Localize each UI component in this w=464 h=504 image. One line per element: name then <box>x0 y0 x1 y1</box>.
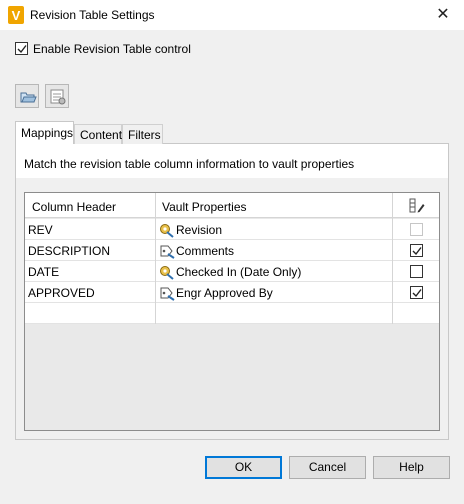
row-column-header: REV <box>28 223 53 237</box>
row-checkbox[interactable] <box>410 244 423 257</box>
row-vault-property: Engr Approved By <box>176 286 273 300</box>
row-checkbox[interactable] <box>410 286 423 299</box>
row-checkbox <box>410 223 423 236</box>
tab-content[interactable]: Content <box>74 124 122 144</box>
checkmark-icon <box>412 289 422 298</box>
row-vault-property: Checked In (Date Only) <box>176 265 302 279</box>
vault-logo-icon: V <box>8 6 24 24</box>
instruction-text: Match the revision table column informat… <box>24 157 355 171</box>
enable-revision-table-label[interactable]: Enable Revision Table control <box>33 42 191 56</box>
row-vault-property: Comments <box>176 244 235 258</box>
ok-button[interactable]: OK <box>205 456 282 479</box>
system-property-icon <box>159 222 175 238</box>
svg-text:V: V <box>12 8 21 23</box>
checkmark-icon <box>17 45 27 54</box>
table-row-empty[interactable] <box>25 303 439 324</box>
row-column-header: APPROVED <box>28 286 95 300</box>
open-button[interactable] <box>15 84 39 108</box>
enable-revision-table-checkbox[interactable] <box>15 42 28 55</box>
vault-properties-heading[interactable]: Vault Properties <box>162 200 247 214</box>
help-button[interactable]: Help <box>373 456 450 479</box>
tab-filters[interactable]: Filters <box>122 124 163 144</box>
user-property-icon <box>159 243 175 259</box>
checkmark-icon <box>412 247 422 256</box>
table-settings-icon <box>50 89 66 105</box>
column-divider <box>155 193 156 324</box>
system-property-icon <box>159 264 175 280</box>
window-title: Revision Table Settings <box>30 8 155 22</box>
row-vault-property: Revision <box>176 223 223 237</box>
table-row[interactable] <box>25 219 439 240</box>
column-edit-icon[interactable] <box>408 198 426 217</box>
cancel-button[interactable]: Cancel <box>289 456 366 479</box>
row-checkbox[interactable] <box>410 265 423 278</box>
column-divider <box>392 193 393 324</box>
tab-mappings[interactable]: Mappings <box>15 121 74 144</box>
open-folder-icon <box>20 92 37 103</box>
row-column-header: DESCRIPTION <box>28 244 111 258</box>
user-property-icon <box>159 285 175 301</box>
close-icon[interactable]: ✕ <box>430 3 456 27</box>
row-column-header: DATE <box>28 265 60 279</box>
table-settings-button[interactable] <box>45 84 69 108</box>
column-header-heading[interactable]: Column Header <box>32 200 116 214</box>
